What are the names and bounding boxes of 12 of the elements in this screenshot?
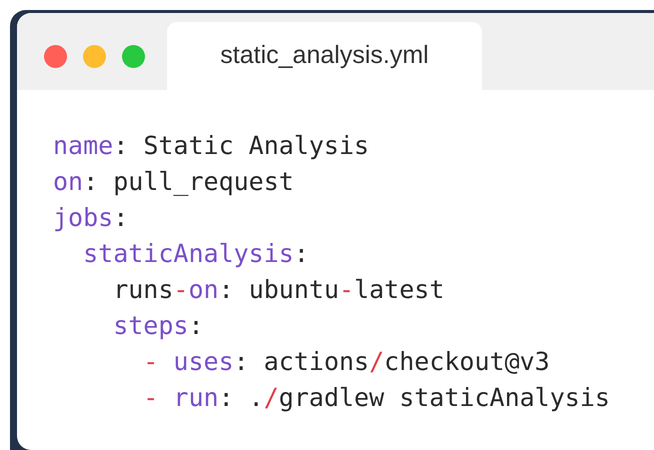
code-line: jobs:	[53, 203, 128, 232]
window-control-button[interactable]	[83, 44, 106, 68]
file-tab[interactable]: static_analysis.yml	[167, 22, 482, 90]
code-line: - uses: actions/checkout@v3	[142, 347, 550, 376]
code-line: name: Static Analysis	[53, 131, 370, 160]
code-line: runs-on: ubuntu-latest	[112, 275, 444, 304]
code-line: on: pull_request	[53, 167, 294, 196]
code-line: staticAnalysis:	[82, 239, 309, 268]
code-line: - run: ./gradlew staticAnalysis	[142, 383, 610, 412]
window-control-button[interactable]	[122, 44, 145, 68]
window-control-button[interactable]	[44, 44, 67, 68]
code-line: steps:	[112, 311, 204, 340]
